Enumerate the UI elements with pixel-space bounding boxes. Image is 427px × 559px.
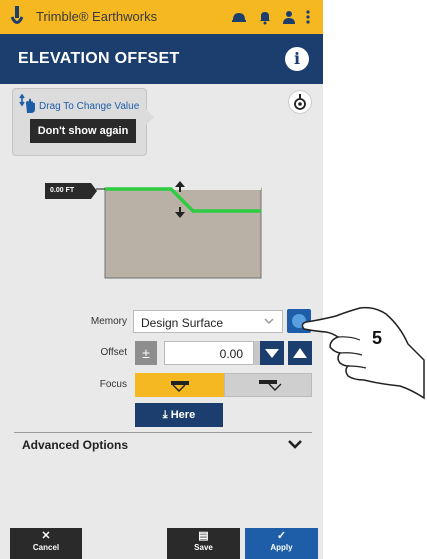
- focus-toggle: [135, 373, 312, 397]
- status-bar: Trimble® Earthworks: [0, 0, 323, 34]
- apply-button[interactable]: ✓ Apply: [245, 528, 318, 559]
- chevron-down-icon: [264, 318, 274, 325]
- focus-above-option[interactable]: [224, 373, 312, 397]
- step-number: 5: [372, 328, 383, 348]
- memory-label: Memory: [90, 316, 127, 327]
- offset-value: 0.00: [219, 347, 243, 361]
- person-icon[interactable]: [281, 9, 297, 25]
- here-button[interactable]: ⤓ Here: [135, 403, 223, 427]
- close-icon: ✕: [41, 530, 51, 542]
- focus-below-icon: [171, 381, 189, 392]
- app-title: Trimble® Earthworks: [36, 9, 158, 24]
- offset-label: Offset: [100, 347, 128, 358]
- cancel-label: Cancel: [32, 543, 60, 552]
- title-bar: ELEVATION OFFSET i: [0, 34, 323, 84]
- advanced-options-label[interactable]: Advanced Options: [22, 438, 128, 452]
- drag-tip-popover: Drag To Change Value Don't show again: [12, 88, 154, 156]
- offset-value-tag: 0.00 FT: [45, 183, 97, 199]
- memory-select-value: Design Surface: [141, 316, 224, 330]
- device-screen: Trimble® Earthworks ELEVATION OFFSET i D…: [0, 0, 323, 559]
- download-icon: ⤓: [162, 409, 168, 421]
- plus-minus-button[interactable]: ±: [135, 341, 157, 365]
- hand-drag-icon: [19, 94, 35, 113]
- trimble-logo-icon: [10, 6, 24, 24]
- drag-tip-label: Drag To Change Value: [39, 101, 140, 112]
- save-label: Save: [194, 543, 213, 552]
- chevron-down-icon[interactable]: [287, 438, 303, 450]
- target-icon[interactable]: [289, 91, 311, 113]
- kebab-icon[interactable]: [304, 9, 312, 25]
- memory-select[interactable]: Design Surface: [133, 310, 283, 333]
- focus-below-option[interactable]: [135, 373, 224, 397]
- hardhat-icon[interactable]: [231, 9, 247, 25]
- arrow-down-icon: [265, 349, 279, 358]
- divider: [14, 432, 312, 433]
- check-icon: ✓: [276, 530, 287, 542]
- focus-above-icon: [259, 380, 282, 391]
- cancel-button[interactable]: ✕ Cancel: [10, 528, 82, 559]
- save-icon: ▤: [198, 530, 209, 542]
- pointing-hand-illustration: [301, 306, 425, 400]
- decrease-button[interactable]: [260, 341, 284, 365]
- save-button[interactable]: ▤ Save: [167, 528, 240, 559]
- info-icon[interactable]: i: [285, 47, 309, 71]
- page-title: ELEVATION OFFSET: [18, 50, 180, 67]
- here-button-label: Here: [170, 409, 196, 421]
- apply-label: Apply: [270, 543, 293, 552]
- focus-label: Focus: [99, 379, 127, 390]
- dont-show-again-button[interactable]: Don't show again: [30, 119, 136, 143]
- bell-icon[interactable]: [257, 9, 273, 25]
- offset-input[interactable]: 0.00: [164, 341, 254, 365]
